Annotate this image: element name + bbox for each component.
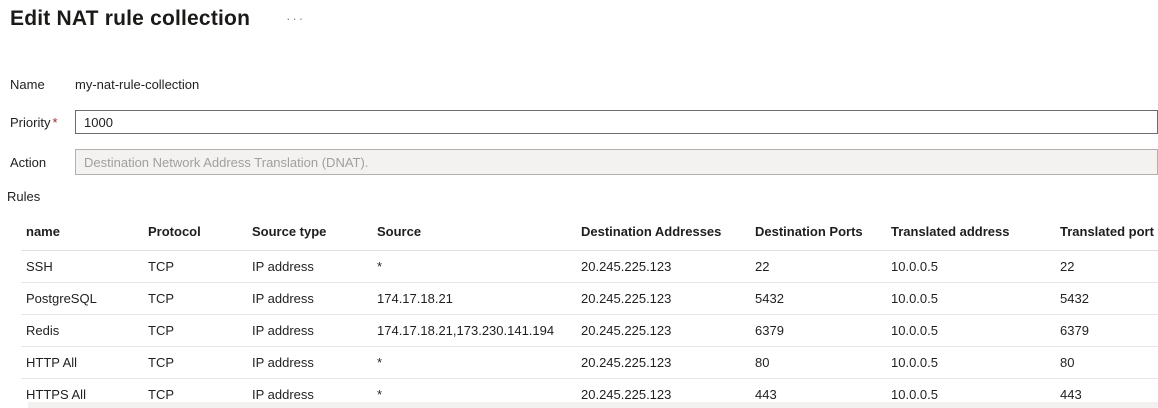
cell-destination-addresses: 20.245.225.123 xyxy=(576,347,750,379)
more-options-icon[interactable]: ··· xyxy=(280,10,311,28)
cell-translated-port: 6379 xyxy=(1055,315,1158,347)
column-header-destination-addresses: Destination Addresses xyxy=(576,213,750,251)
table-row[interactable]: HTTP All TCP IP address * 20.245.225.123… xyxy=(21,347,1158,379)
cell-destination-addresses: 20.245.225.123 xyxy=(576,315,750,347)
column-header-source: Source xyxy=(372,213,576,251)
action-label: Action xyxy=(10,155,75,170)
priority-label: Priority* xyxy=(10,115,75,130)
cell-source-type: IP address xyxy=(247,251,372,283)
cell-source-type: IP address xyxy=(247,347,372,379)
cell-destination-ports: 22 xyxy=(750,251,886,283)
cell-source: 174.17.18.21 xyxy=(372,283,576,315)
name-value: my-nat-rule-collection xyxy=(75,77,199,92)
cell-name: PostgreSQL xyxy=(21,283,143,315)
rules-section-label: Rules xyxy=(7,189,1158,204)
cell-translated-address: 10.0.0.5 xyxy=(886,283,1055,315)
cell-source: 174.17.18.21,173.230.141.194 xyxy=(372,315,576,347)
cell-translated-port: 5432 xyxy=(1055,283,1158,315)
column-header-translated-address: Translated address xyxy=(886,213,1055,251)
rules-table-container: name Protocol Source type Source Destina… xyxy=(21,213,1158,408)
cell-destination-ports: 6379 xyxy=(750,315,886,347)
cell-source: * xyxy=(372,347,576,379)
blade-header: Edit NAT rule collection ··· xyxy=(0,0,1158,32)
cell-name: SSH xyxy=(21,251,143,283)
name-field-row: Name my-nat-rule-collection xyxy=(10,72,1158,96)
name-label: Name xyxy=(10,77,75,92)
column-header-source-type: Source type xyxy=(247,213,372,251)
table-row[interactable]: SSH TCP IP address * 20.245.225.123 22 1… xyxy=(21,251,1158,283)
cell-translated-address: 10.0.0.5 xyxy=(886,315,1055,347)
cell-destination-ports: 80 xyxy=(750,347,886,379)
cell-source-type: IP address xyxy=(247,283,372,315)
cell-translated-port: 80 xyxy=(1055,347,1158,379)
column-header-name: name xyxy=(21,213,143,251)
cell-source-type: IP address xyxy=(247,315,372,347)
cell-source: * xyxy=(372,251,576,283)
column-header-destination-ports: Destination Ports xyxy=(750,213,886,251)
column-header-translated-port: Translated port xyxy=(1055,213,1158,251)
nat-rule-collection-form: Name my-nat-rule-collection Priority* Ac… xyxy=(10,72,1158,175)
edit-nat-rule-collection-blade: Edit NAT rule collection ··· Name my-nat… xyxy=(0,0,1158,408)
cell-translated-address: 10.0.0.5 xyxy=(886,251,1055,283)
cell-destination-addresses: 20.245.225.123 xyxy=(576,283,750,315)
cell-name: Redis xyxy=(21,315,143,347)
cell-translated-port: 22 xyxy=(1055,251,1158,283)
page-title: Edit NAT rule collection xyxy=(10,7,250,31)
cell-protocol: TCP xyxy=(143,347,247,379)
cell-destination-addresses: 20.245.225.123 xyxy=(576,251,750,283)
priority-input[interactable] xyxy=(75,110,1158,134)
cell-protocol: TCP xyxy=(143,315,247,347)
cell-protocol: TCP xyxy=(143,251,247,283)
cell-protocol: TCP xyxy=(143,283,247,315)
table-row[interactable]: PostgreSQL TCP IP address 174.17.18.21 2… xyxy=(21,283,1158,315)
priority-label-text: Priority xyxy=(10,115,50,130)
cell-destination-ports: 5432 xyxy=(750,283,886,315)
table-row[interactable]: Redis TCP IP address 174.17.18.21,173.23… xyxy=(21,315,1158,347)
partially-visible-row-bar xyxy=(28,402,1158,408)
priority-field-row: Priority* xyxy=(10,110,1158,134)
cell-translated-address: 10.0.0.5 xyxy=(886,347,1055,379)
cell-name: HTTP All xyxy=(21,347,143,379)
column-header-protocol: Protocol xyxy=(143,213,247,251)
rules-table: name Protocol Source type Source Destina… xyxy=(21,213,1158,408)
rules-table-header-row: name Protocol Source type Source Destina… xyxy=(21,213,1158,251)
required-asterisk: * xyxy=(52,115,57,130)
action-input xyxy=(75,149,1158,175)
action-field-row: Action xyxy=(10,149,1158,175)
